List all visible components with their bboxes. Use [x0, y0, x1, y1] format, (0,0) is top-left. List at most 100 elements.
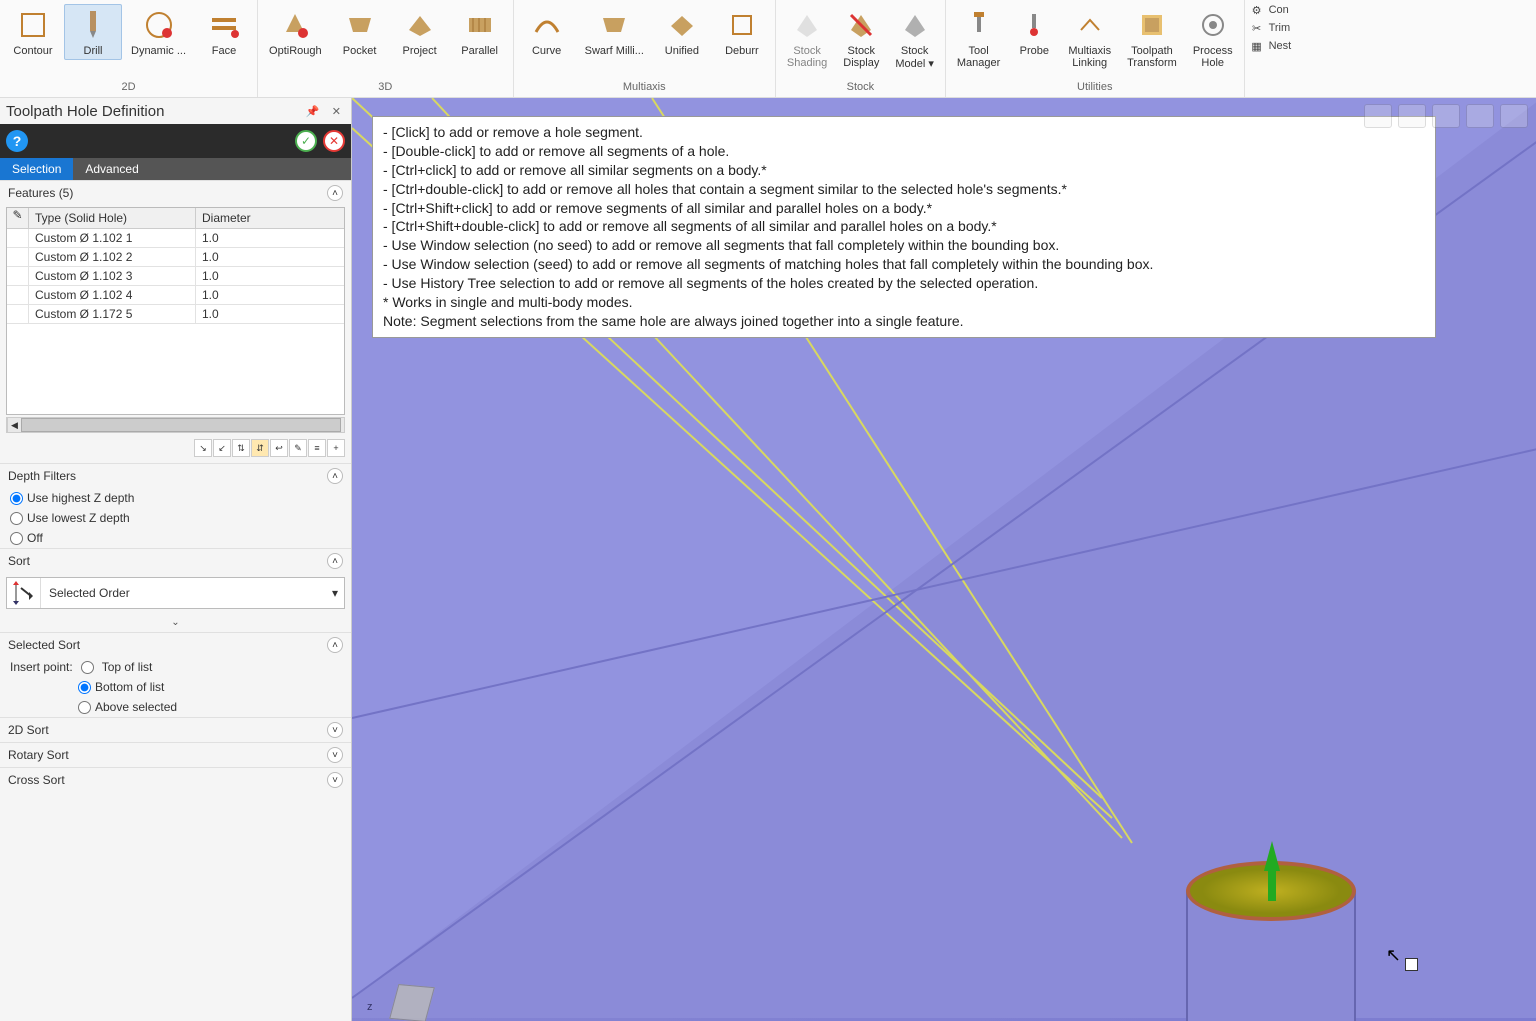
expand-rotary-sort[interactable]: ˅: [327, 747, 343, 763]
radio-top-of-list[interactable]: [81, 661, 94, 674]
tb-btn[interactable]: ↩: [270, 439, 288, 457]
collapse-depth[interactable]: ˄: [327, 468, 343, 484]
view-btn[interactable]: [1398, 104, 1426, 128]
sort-select[interactable]: Selected Order ▾: [6, 577, 345, 609]
help-icon[interactable]: ?: [6, 130, 28, 152]
ribbon-dynamic[interactable]: Dynamic ...: [124, 4, 193, 60]
col-type[interactable]: Type (Solid Hole): [29, 208, 196, 228]
collapse-selected-sort[interactable]: ˄: [327, 637, 343, 653]
features-hscroll[interactable]: ◀ ▶: [6, 417, 345, 433]
table-row[interactable]: Custom Ø 1.102 21.0: [7, 248, 344, 267]
view-controls: [1364, 104, 1528, 128]
stock-shading-icon: [789, 7, 825, 43]
ribbon: Contour Drill Dynamic ... Face 2D OptiRo…: [0, 0, 1536, 98]
ribbon-group-label-multiaxis: Multiaxis: [518, 79, 771, 97]
ribbon-unified[interactable]: Unified: [653, 4, 711, 60]
ribbon-parallel[interactable]: Parallel: [451, 4, 509, 60]
radio-highest-z[interactable]: Use highest Z depth: [0, 488, 351, 508]
ribbon-face[interactable]: Face: [195, 4, 253, 60]
tb-btn[interactable]: ✎: [289, 439, 307, 457]
cross-sort-label: Cross Sort: [8, 773, 65, 787]
collapse-sort[interactable]: ˄: [327, 553, 343, 569]
table-row[interactable]: Custom Ø 1.172 51.0: [7, 305, 344, 324]
multiaxis-linking-icon: [1072, 7, 1108, 43]
ribbon-contour[interactable]: Contour: [4, 4, 62, 60]
cursor-marker: [1405, 958, 1418, 971]
ribbon-group-multiaxis: Curve Swarf Milli... Unified Deburr Mult…: [514, 0, 776, 97]
view-btn[interactable]: [1364, 104, 1392, 128]
tb-btn[interactable]: ↘: [194, 439, 212, 457]
trim-icon: ✂: [1249, 20, 1265, 36]
viewport-3d[interactable]: ↖ - [Click] to add or remove a hole segm…: [352, 98, 1536, 1021]
features-label: Features (5): [8, 186, 73, 200]
table-row[interactable]: Custom Ø 1.102 41.0: [7, 286, 344, 305]
tab-advanced[interactable]: Advanced: [73, 158, 150, 180]
tb-btn[interactable]: ≡: [308, 439, 326, 457]
tb-btn[interactable]: +: [327, 439, 345, 457]
ribbon-multiaxis-linking[interactable]: Multiaxis Linking: [1061, 4, 1118, 72]
ribbon-group-stock: Stock Shading Stock Display Stock Model …: [776, 0, 946, 97]
ribbon-group-label-2d: 2D: [4, 79, 253, 97]
radio-bottom-of-list[interactable]: Bottom of list: [0, 677, 351, 697]
tb-btn[interactable]: ⇵: [251, 439, 269, 457]
expand-cross-sort[interactable]: ˅: [327, 772, 343, 788]
ribbon-optirough[interactable]: OptiRough: [262, 4, 329, 60]
ribbon-stock-shading[interactable]: Stock Shading: [780, 4, 834, 72]
selection-hint-tooltip: - [Click] to add or remove a hole segmen…: [372, 116, 1436, 338]
chevron-down-icon[interactable]: ⌄: [171, 617, 179, 628]
chevron-down-icon[interactable]: ▾: [326, 586, 344, 600]
panel-title: Toolpath Hole Definition: [6, 103, 164, 120]
stock-display-icon: [843, 7, 879, 43]
view-btn[interactable]: [1432, 104, 1460, 128]
ribbon-project[interactable]: Project: [391, 4, 449, 60]
dynamic-icon: [141, 7, 177, 43]
ribbon-probe[interactable]: Probe: [1009, 4, 1059, 60]
ribbon-drill[interactable]: Drill: [64, 4, 122, 60]
drill-icon: [75, 7, 111, 43]
cancel-icon[interactable]: ✕: [323, 130, 345, 152]
close-icon[interactable]: ✕: [328, 106, 345, 118]
sort-label: Sort: [8, 554, 30, 568]
table-row[interactable]: Custom Ø 1.102 11.0: [7, 229, 344, 248]
selected-sort-label: Selected Sort: [8, 638, 80, 652]
gear-icon: ⚙: [1249, 2, 1265, 18]
toolpath-transform-icon: [1134, 7, 1170, 43]
tb-btn[interactable]: ⇅: [232, 439, 250, 457]
ok-icon[interactable]: ✓: [295, 130, 317, 152]
ribbon-extra-trim[interactable]: ✂Trim: [1249, 20, 1292, 36]
tab-selection[interactable]: Selection: [0, 158, 73, 180]
ribbon-stock-model[interactable]: Stock Model ▾: [888, 4, 941, 73]
ribbon-stock-display[interactable]: Stock Display: [836, 4, 886, 72]
contour-icon: [15, 7, 51, 43]
ribbon-process-hole[interactable]: Process Hole: [1186, 4, 1240, 72]
view-btn[interactable]: [1466, 104, 1494, 128]
ribbon-deburr[interactable]: Deburr: [713, 4, 771, 60]
sort-2d-label: 2D Sort: [8, 723, 49, 737]
optirough-icon: [277, 7, 313, 43]
col-diameter[interactable]: Diameter: [196, 208, 344, 228]
ribbon-curve[interactable]: Curve: [518, 4, 576, 60]
axis-label-z: z: [367, 1001, 373, 1013]
table-row[interactable]: Custom Ø 1.102 31.0: [7, 267, 344, 286]
collapse-features[interactable]: ˄: [327, 185, 343, 201]
insert-point-label: Insert point:: [10, 660, 73, 674]
ribbon-extra-nest[interactable]: ▦Nest: [1249, 38, 1292, 54]
ribbon-extra-con[interactable]: ⚙Con: [1249, 2, 1292, 18]
expand-2d-sort[interactable]: ˅: [327, 722, 343, 738]
col-edit-icon[interactable]: ✎: [7, 208, 29, 228]
radio-off[interactable]: Off: [0, 528, 351, 548]
ribbon-tool-manager[interactable]: Tool Manager: [950, 4, 1007, 72]
ribbon-pocket[interactable]: Pocket: [331, 4, 389, 60]
radio-lowest-z[interactable]: Use lowest Z depth: [0, 508, 351, 528]
ribbon-group-utilities: Tool Manager Probe Multiaxis Linking Too…: [946, 0, 1245, 97]
tb-btn[interactable]: ↙: [213, 439, 231, 457]
ribbon-swarf[interactable]: Swarf Milli...: [578, 4, 651, 60]
scroll-thumb[interactable]: [21, 418, 341, 432]
radio-above-selected[interactable]: Above selected: [0, 697, 351, 717]
scroll-left-icon[interactable]: ◀: [7, 418, 21, 432]
ribbon-toolpath-transform[interactable]: Toolpath Transform: [1120, 4, 1184, 72]
stock-model-icon: [897, 7, 933, 43]
pin-icon[interactable]: 📌: [302, 106, 324, 118]
view-btn[interactable]: [1500, 104, 1528, 128]
pocket-icon: [342, 7, 378, 43]
